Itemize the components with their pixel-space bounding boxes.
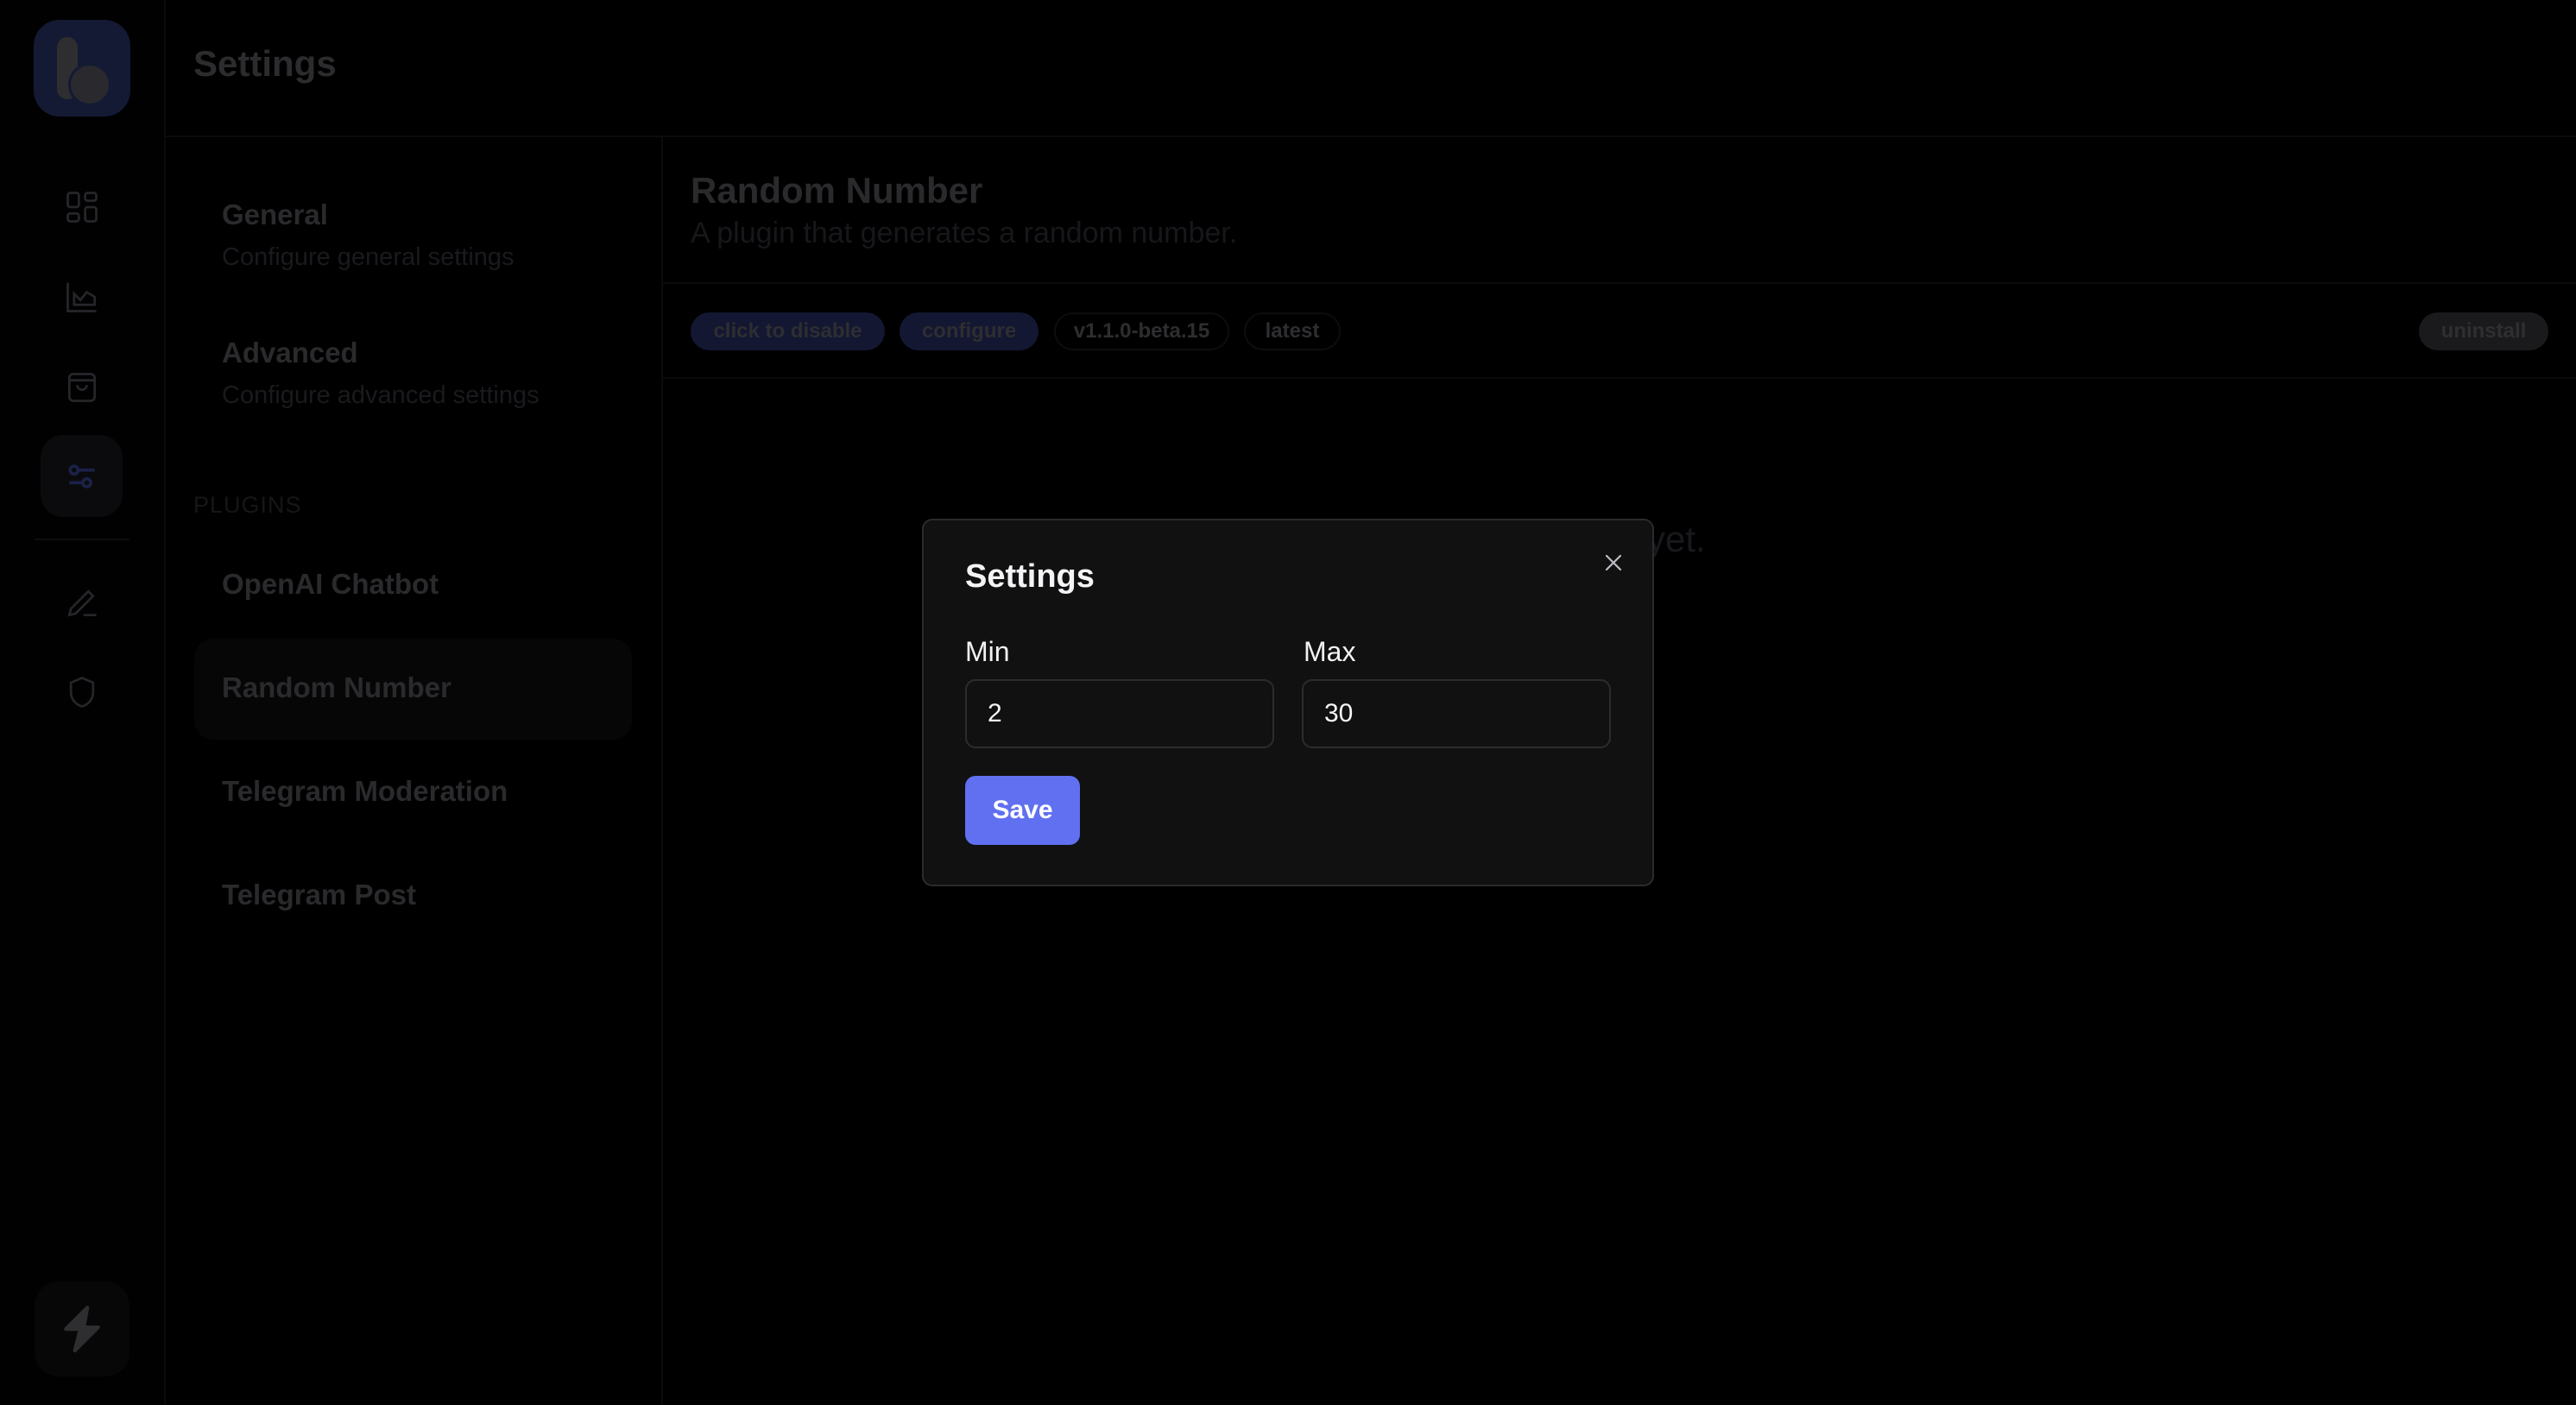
- max-label: Max: [1304, 636, 1356, 667]
- plugin-nav-label: Telegram Post: [222, 879, 416, 910]
- min-input[interactable]: [965, 679, 1274, 748]
- rail-item-dashboard[interactable]: [41, 166, 123, 248]
- uninstall-button[interactable]: uninstall: [2419, 312, 2548, 350]
- logo-bowl: [68, 63, 111, 106]
- plugin-nav-label: Random Number: [222, 671, 451, 703]
- app-logo[interactable]: [34, 20, 130, 117]
- settings-modal: Settings Min Max Save: [922, 519, 1654, 886]
- nav-item-title: Advanced: [222, 337, 358, 369]
- plugin-nav-random-number[interactable]: Random Number: [194, 639, 632, 740]
- settings-nav-advanced[interactable]: Advanced Configure advanced settings: [222, 337, 540, 410]
- plugin-actions: click to disable configure v1.1.0-beta.1…: [663, 284, 2576, 379]
- rail-divider: [35, 539, 129, 540]
- nav-item-title: General: [222, 198, 328, 230]
- chart-icon: [66, 282, 96, 312]
- save-button[interactable]: Save: [965, 776, 1080, 845]
- plugin-nav-telegram-moderation[interactable]: Telegram Moderation: [194, 742, 632, 843]
- sliders-icon: [67, 463, 95, 488]
- grid-icon: [66, 191, 98, 223]
- plugin-header: Random Number A plugin that generates a …: [663, 137, 2576, 284]
- plugins-section-label: PLUGINS: [193, 492, 302, 518]
- nav-item-description: Configure advanced settings: [222, 381, 540, 409]
- top-bar: [166, 0, 2576, 137]
- shopping-bag-icon: [67, 372, 96, 402]
- modal-title: Settings: [965, 558, 1095, 595]
- plugin-description: A plugin that generates a random number.: [691, 217, 1238, 249]
- icon-rail: [0, 0, 166, 1405]
- max-input[interactable]: [1302, 679, 1611, 748]
- rail-item-store[interactable]: [41, 345, 123, 427]
- upgrade-button[interactable]: [35, 1282, 129, 1377]
- rail-item-analytics[interactable]: [41, 255, 123, 337]
- rail-item-security[interactable]: [41, 651, 123, 733]
- plugin-nav-label: Telegram Moderation: [222, 775, 508, 807]
- rail-item-editor[interactable]: [41, 561, 123, 643]
- lightning-icon: [64, 1305, 100, 1353]
- min-label: Min: [965, 636, 1010, 667]
- plugin-nav-label: OpenAI Chatbot: [222, 568, 439, 600]
- page-title: Settings: [193, 43, 337, 84]
- toggle-plugin-button[interactable]: click to disable: [691, 312, 885, 350]
- configure-button[interactable]: configure: [900, 312, 1039, 350]
- rail-item-settings[interactable]: [41, 435, 123, 517]
- plugin-title: Random Number: [691, 170, 983, 211]
- pencil-icon: [66, 589, 96, 617]
- settings-nav-general[interactable]: General Configure general settings: [222, 198, 515, 272]
- empty-settings-message: yet.: [1647, 519, 1706, 559]
- plugin-nav-openai-chatbot[interactable]: OpenAI Chatbot: [194, 535, 632, 636]
- close-modal-button[interactable]: [1601, 550, 1626, 576]
- plugin-nav-telegram-post[interactable]: Telegram Post: [194, 846, 632, 947]
- channel-badge: latest: [1244, 312, 1341, 350]
- shield-icon: [69, 676, 94, 708]
- nav-item-description: Configure general settings: [222, 243, 515, 271]
- version-badge: v1.1.0-beta.15: [1054, 312, 1229, 350]
- close-icon: [1605, 554, 1622, 571]
